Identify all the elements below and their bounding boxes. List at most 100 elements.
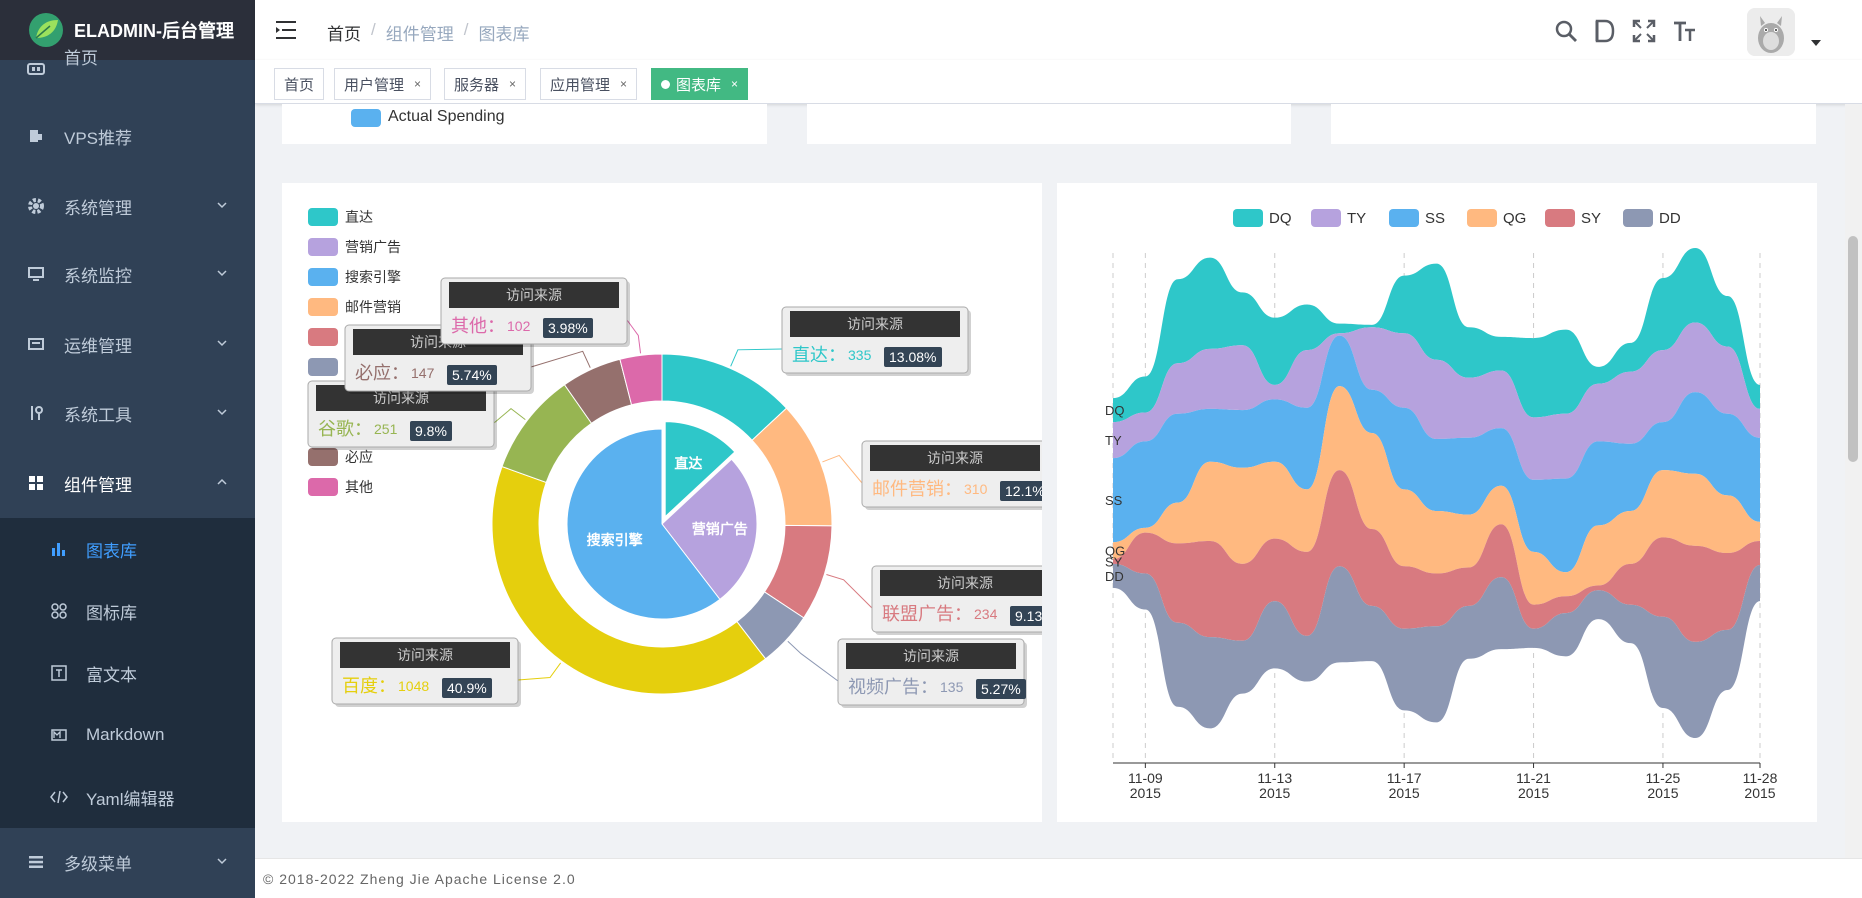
label-title: 访问来源 (847, 316, 903, 332)
legend-item[interactable]: SY (1581, 210, 1601, 227)
close-icon[interactable]: × (731, 77, 738, 91)
chart-icon (50, 540, 68, 558)
legend-item[interactable]: 必应 (345, 449, 373, 465)
label-percent: 13.08% (889, 349, 936, 365)
legend-swatch[interactable] (308, 268, 338, 286)
label-value: 102 (507, 318, 531, 334)
richtext-icon (50, 664, 68, 682)
legend-item[interactable]: SS (1425, 210, 1445, 227)
sidebar-item-label: 系统监控 (64, 266, 132, 286)
sidebar-item-label: 系统管理 (64, 198, 132, 218)
tag-apps[interactable]: 应用管理 × (540, 68, 638, 100)
chevron-down-icon (217, 270, 227, 277)
sidebar-subitem-label: Markdown (86, 725, 165, 744)
series-label: DQ (1105, 403, 1125, 418)
sidebar-item-monitor[interactable]: 系统监控 (0, 246, 255, 302)
label-name: 谷歌： (318, 419, 372, 439)
label-value: 1048 (398, 678, 429, 694)
pie-rich-label: 访问来源百度： 1048 40.9% (331, 637, 521, 707)
hamburger-icon[interactable] (276, 20, 298, 40)
chart-card-top-left: Actual Spending (282, 104, 767, 144)
legend-swatch[interactable] (308, 298, 338, 316)
legend-label: Actual Spending (388, 108, 505, 125)
pie-inner-label: 营销广告 (692, 521, 748, 537)
legend-swatch[interactable] (308, 238, 338, 256)
close-icon[interactable]: × (509, 77, 516, 91)
legend-swatch[interactable] (1623, 209, 1653, 227)
x-tick-label: 11-09 (1128, 770, 1163, 786)
navbar: 首页 / 组件管理 / 图表库 (255, 0, 1862, 60)
legend-item[interactable]: 搜索引擎 (345, 269, 401, 285)
breadcrumb: 首页 / 组件管理 / 图表库 (327, 20, 529, 45)
close-icon[interactable]: × (414, 77, 421, 91)
fullscreen-icon[interactable] (1632, 19, 1656, 43)
sidebar-item-system[interactable]: 系统管理 (0, 178, 255, 234)
legend-swatch[interactable] (1233, 209, 1263, 227)
sidebar-item-label: 多级菜单 (64, 854, 132, 874)
sidebar-subitem-label: 富文本 (86, 665, 137, 685)
legend-swatch[interactable] (308, 328, 338, 346)
label-name: 视频广告： (848, 677, 938, 697)
legend-item[interactable]: DD (1659, 210, 1681, 227)
menu-icon (26, 852, 46, 872)
sidebar-item-ops[interactable]: 运维管理 (0, 316, 255, 372)
sidebar-subitem-icons[interactable]: 图标库 (0, 580, 255, 642)
legend-item[interactable]: 邮件营销 (345, 299, 401, 315)
label-percent: 5.74% (452, 367, 492, 383)
tag-charts[interactable]: 图表库 × (651, 68, 749, 100)
avatar-caret-icon[interactable] (1811, 40, 1821, 46)
legend-swatch[interactable] (308, 478, 338, 496)
sidebar-subitem-markdown[interactable]: Markdown (0, 704, 255, 766)
sidebar-item-multimenu[interactable]: 多级菜单 (0, 834, 255, 890)
pie-chart[interactable]: 直达营销广告搜索引擎邮件营销联盟广告视频广告百度谷歌必应其他直达营销广告搜索引擎… (282, 183, 1042, 822)
legend-swatch[interactable] (1467, 209, 1497, 227)
legend-swatch[interactable] (1389, 209, 1419, 227)
sidebar-subitem-charts[interactable]: 图表库 (0, 518, 255, 580)
code-icon (50, 788, 68, 806)
sidebar: ELADMIN-后台管理 首页 VPS推荐 系统管理 系统监控 运维管理 系统工… (0, 0, 255, 898)
sidebar-item-components[interactable]: 组件管理 (0, 455, 255, 511)
scrollbar[interactable] (1845, 104, 1862, 858)
legend-item[interactable]: QG (1503, 210, 1526, 227)
label-title: 访问来源 (397, 647, 453, 663)
close-icon[interactable]: × (620, 77, 627, 91)
tag-home[interactable]: 首页 (274, 68, 325, 100)
sidebar-subitem-richtext[interactable]: 富文本 (0, 642, 255, 704)
x-tick-label: 2015 (1389, 785, 1420, 801)
x-tick-label: 11-21 (1516, 770, 1551, 786)
breadcrumb-item-home[interactable]: 首页 (327, 20, 361, 45)
icons-icon (50, 602, 68, 620)
tag-label: 服务器 (454, 76, 500, 94)
scrollbar-thumb[interactable] (1848, 236, 1858, 462)
legend-swatch[interactable] (1545, 209, 1575, 227)
x-tick-label: 2015 (1518, 785, 1549, 801)
legend-item[interactable]: 直达 (345, 209, 373, 225)
font-size-icon[interactable] (1672, 19, 1696, 43)
sidebar-item-dashboard[interactable]: 首页 (0, 40, 255, 96)
sidebar-subitem-yaml[interactable]: Yaml编辑器 (0, 766, 255, 828)
theme-river-chart[interactable]: DQ TY SS QG SY DDDQTYSSQGSYDD11-09201511-1320… (1057, 183, 1817, 822)
legend-item[interactable]: 营销广告 (345, 239, 401, 255)
dashboard-icon (26, 58, 46, 78)
legend-item[interactable]: DQ (1269, 210, 1292, 227)
label-title: 访问来源 (506, 287, 562, 303)
x-tick-label: 11-25 (1646, 770, 1681, 786)
label-percent: 5.27% (981, 681, 1021, 697)
avatar[interactable] (1747, 8, 1795, 56)
x-tick-label: 11-13 (1257, 770, 1292, 786)
search-icon[interactable] (1554, 19, 1578, 43)
legend-item[interactable]: 其他 (345, 479, 373, 495)
label-line (826, 574, 873, 609)
tool-icon (26, 403, 46, 423)
tag-users[interactable]: 用户管理 × (334, 68, 432, 100)
legend-swatch[interactable] (1311, 209, 1341, 227)
sidebar-item-vps[interactable]: VPS推荐 (0, 108, 255, 164)
sidebar-item-tools[interactable]: 系统工具 (0, 385, 255, 441)
legend-item[interactable]: TY (1347, 210, 1366, 227)
legend-swatch[interactable] (308, 448, 338, 466)
legend-swatch[interactable] (308, 358, 338, 376)
doc-icon[interactable] (1594, 19, 1616, 43)
tag-server[interactable]: 服务器 × (444, 68, 527, 100)
legend-swatch[interactable] (308, 208, 338, 226)
ops-icon (26, 334, 46, 354)
